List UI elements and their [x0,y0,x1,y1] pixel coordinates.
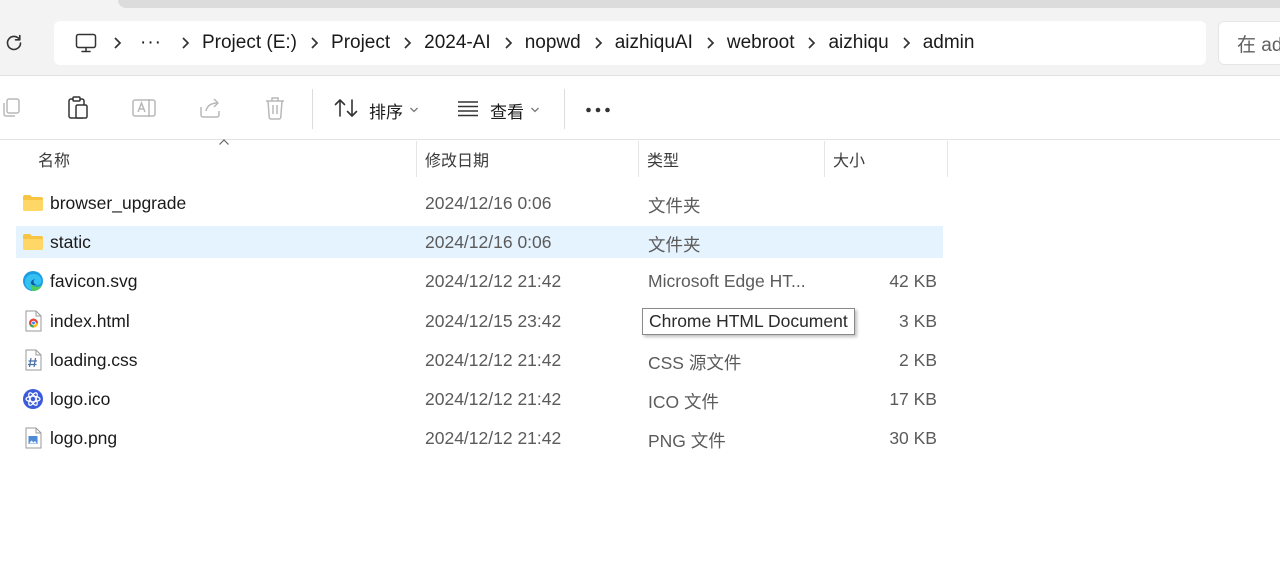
file-row[interactable]: favicon.svg 2024/12/12 21:42 Microsoft E… [16,265,943,297]
file-date: 2024/12/12 21:42 [425,428,562,448]
file-type: ICO 文件 [648,392,719,412]
sort-ascending-icon [219,139,229,145]
file-row[interactable]: logo.png 2024/12/12 21:42 PNG 文件 30 KB [16,422,943,454]
copy-icon [0,96,24,125]
sort-label: 排序 [369,102,403,122]
rename-button[interactable] [131,93,157,127]
file-date: 2024/12/15 23:42 [425,311,562,331]
file-date: 2024/12/12 21:42 [425,271,562,291]
chevron-right-icon[interactable] [390,21,424,65]
breadcrumb-2024-ai[interactable]: 2024-AI [424,32,491,54]
share-button[interactable] [197,93,223,127]
toolbar-divider [564,89,565,129]
view-list-icon [456,97,480,124]
chevron-right-icon[interactable] [100,21,134,65]
chevron-right-icon[interactable] [581,21,615,65]
chevron-down-icon [409,101,419,119]
paste-button[interactable] [65,93,91,127]
file-date: 2024/12/12 21:42 [425,389,562,409]
file-row[interactable]: logo.ico 2024/12/12 21:42 ICO 文件 17 KB [16,383,943,415]
chevron-right-icon[interactable] [491,21,525,65]
file-row-selected[interactable]: static 2024/12/16 0:06 文件夹 [16,226,943,258]
file-size: 2 KB [899,350,937,370]
file-size: 42 KB [889,271,937,291]
address-bar[interactable]: ··· Project (E:) Project 2024-AI nopwd a… [54,21,1206,65]
share-icon [197,95,223,126]
rename-icon [131,95,157,126]
file-type: CSS 源文件 [648,353,742,373]
file-type: 文件夹 [648,235,701,255]
image-file-icon [22,427,44,449]
sort-button[interactable]: 排序 [333,93,419,127]
ico-file-icon [22,388,44,410]
file-date: 2024/12/16 0:06 [425,193,552,213]
chevron-right-icon[interactable] [889,21,923,65]
column-divider[interactable] [824,141,825,177]
chevron-down-icon [530,101,540,119]
breadcrumb-project-drive[interactable]: Project (E:) [202,32,297,54]
breadcrumb-overflow[interactable]: ··· [134,32,168,54]
file-date: 2024/12/16 0:06 [425,232,552,252]
view-button[interactable]: 查看 [456,93,540,127]
this-pc-icon[interactable] [72,21,100,65]
more-icon [585,101,611,119]
file-name[interactable]: favicon.svg [50,271,138,292]
file-row[interactable]: browser_upgrade 2024/12/16 0:06 文件夹 [16,187,943,219]
breadcrumb-aizhiqu[interactable]: aizhiqu [828,32,888,54]
chevron-right-icon[interactable] [693,21,727,65]
breadcrumb-webroot[interactable]: webroot [727,32,795,54]
chevron-right-icon[interactable] [297,21,331,65]
clipboard-icon [65,95,91,126]
copy-button[interactable] [0,93,24,127]
tab-strip-edge [118,0,1280,8]
file-type: 文件夹 [648,196,701,216]
file-size: 17 KB [889,389,937,409]
folder-icon [22,231,44,253]
command-bar: 排序 查看 [0,77,1280,140]
column-divider[interactable] [638,141,639,177]
breadcrumb-admin[interactable]: admin [923,32,975,54]
column-header-name[interactable]: 名称 [38,141,70,177]
file-date: 2024/12/12 21:42 [425,350,562,370]
breadcrumb-aizhiquai[interactable]: aizhiquAI [615,32,693,54]
file-name[interactable]: logo.ico [50,389,110,410]
column-header-date[interactable]: 修改日期 [425,141,489,177]
css-file-icon [22,349,44,371]
file-name[interactable]: browser_upgrade [50,193,186,214]
type-tooltip: Chrome HTML Document [642,308,855,335]
file-type: PNG 文件 [648,431,726,451]
chevron-right-icon[interactable] [794,21,828,65]
column-header-type[interactable]: 类型 [647,141,679,177]
column-header-size[interactable]: 大小 [833,141,865,177]
more-options-button[interactable] [585,93,611,127]
navigation-bar: ··· Project (E:) Project 2024-AI nopwd a… [0,0,1280,76]
file-size: 3 KB [899,311,937,331]
file-row[interactable]: loading.css 2024/12/12 21:42 CSS 源文件 2 K… [16,344,943,376]
chevron-right-icon[interactable] [168,21,202,65]
file-name[interactable]: logo.png [50,428,117,449]
edge-icon [22,270,44,292]
folder-icon [22,192,44,214]
column-divider[interactable] [416,141,417,177]
view-label: 查看 [490,102,524,122]
file-size: 30 KB [889,428,937,448]
column-divider[interactable] [947,141,948,177]
file-name[interactable]: loading.css [50,350,138,371]
search-box[interactable]: 在 ad [1218,21,1280,65]
trash-icon [263,95,287,126]
delete-button[interactable] [263,93,287,127]
refresh-icon[interactable] [2,31,26,55]
file-name[interactable]: static [50,232,91,253]
breadcrumb-nopwd[interactable]: nopwd [525,32,581,54]
toolbar-divider [312,89,313,129]
chrome-html-icon [22,310,44,332]
file-name[interactable]: index.html [50,311,130,332]
file-type: Microsoft Edge HT... [648,271,806,291]
search-placeholder: 在 ad [1237,34,1280,56]
breadcrumb-project[interactable]: Project [331,32,390,54]
sort-icon [333,96,359,125]
